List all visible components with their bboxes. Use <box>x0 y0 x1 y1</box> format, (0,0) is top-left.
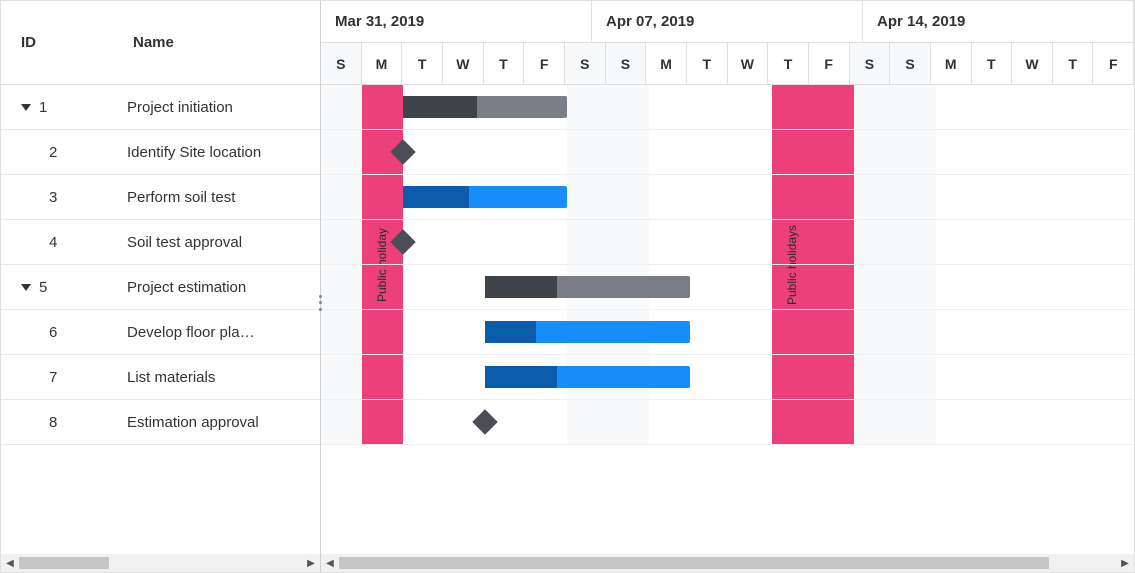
day-header: T <box>972 43 1013 85</box>
cell-id: 4 <box>1 234 121 251</box>
scroll-track[interactable] <box>339 557 1116 569</box>
progress-bar <box>485 321 536 343</box>
day-header: S <box>890 43 931 85</box>
cell-name: List materials <box>121 369 320 386</box>
cell-id: 3 <box>1 189 121 206</box>
day-header: T <box>484 43 525 85</box>
day-header: F <box>809 43 850 85</box>
cell-name: Soil test approval <box>121 234 320 251</box>
week-header: Mar 31, 2019 <box>321 1 592 43</box>
day-header: W <box>728 43 769 85</box>
timeline-row <box>321 400 1134 445</box>
timeline-row <box>321 355 1134 400</box>
scroll-track[interactable] <box>19 557 302 569</box>
cell-name: Project initiation <box>121 99 320 116</box>
day-header-row: SMTWTFSSMTWTFSSMTWTF <box>321 43 1134 85</box>
collapse-icon[interactable] <box>21 284 31 291</box>
timeline-panel: Mar 31, 2019Apr 07, 2019Apr 14, 2019 SMT… <box>321 1 1134 572</box>
cell-id: 7 <box>1 369 121 386</box>
day-header: S <box>850 43 891 85</box>
cell-name: Develop floor pla… <box>121 324 320 341</box>
timeline-row <box>321 130 1134 175</box>
day-header: W <box>443 43 484 85</box>
day-header: W <box>1012 43 1053 85</box>
col-header-name[interactable]: Name <box>121 1 320 84</box>
timeline-row <box>321 310 1134 355</box>
grid-row[interactable]: 3 Perform soil test <box>1 175 320 220</box>
day-header: F <box>524 43 565 85</box>
day-header: S <box>565 43 606 85</box>
week-header: Apr 14, 2019 <box>863 1 1134 43</box>
grid-panel: ID Name 1 Project initiation 2 Identify Sit… <box>1 1 321 572</box>
timeline-hscroll[interactable]: ◀ ▶ <box>321 554 1134 572</box>
progress-bar <box>485 366 557 388</box>
progress-bar <box>485 276 557 298</box>
id-text: 6 <box>49 324 57 341</box>
scroll-right-icon[interactable]: ▶ <box>1116 554 1134 572</box>
task-bar[interactable] <box>403 186 567 208</box>
grid-header: ID Name <box>1 1 320 85</box>
cell-id: 6 <box>1 324 121 341</box>
scroll-thumb[interactable] <box>339 557 1049 569</box>
grid-hscroll[interactable]: ◀ ▶ <box>1 554 320 572</box>
grid-body: 1 Project initiation 2 Identify Site locati… <box>1 85 320 572</box>
summary-bar[interactable] <box>403 96 567 118</box>
cell-name: Estimation approval <box>121 414 320 431</box>
day-header: T <box>402 43 443 85</box>
week-header-row: Mar 31, 2019Apr 07, 2019Apr 14, 2019 <box>321 1 1134 43</box>
grid-row[interactable]: 8 Estimation approval <box>1 400 320 445</box>
collapse-icon[interactable] <box>21 104 31 111</box>
timeline-row <box>321 265 1134 310</box>
scroll-thumb[interactable] <box>19 557 109 569</box>
cell-name: Identify Site location <box>121 144 320 161</box>
cell-name: Perform soil test <box>121 189 320 206</box>
progress-bar <box>403 186 469 208</box>
cell-id: 5 <box>1 279 121 296</box>
gantt-chart: ID Name 1 Project initiation 2 Identify Sit… <box>0 0 1135 573</box>
id-text: 3 <box>49 189 57 206</box>
id-text: 5 <box>39 279 47 296</box>
grid-row[interactable]: 7 List materials <box>1 355 320 400</box>
day-header: S <box>321 43 362 85</box>
splitter-handle[interactable] <box>316 293 324 313</box>
id-text: 8 <box>49 414 57 431</box>
summary-bar[interactable] <box>485 276 690 298</box>
cell-id: 2 <box>1 144 121 161</box>
id-text: 1 <box>39 99 47 116</box>
scroll-right-icon[interactable]: ▶ <box>302 554 320 572</box>
day-header: T <box>1053 43 1094 85</box>
day-header: T <box>768 43 809 85</box>
task-bar[interactable] <box>485 366 690 388</box>
timeline-row <box>321 220 1134 265</box>
cell-name: Project estimation <box>121 279 320 296</box>
cell-id: 1 <box>1 99 121 116</box>
day-header: S <box>606 43 647 85</box>
grid-row[interactable]: 4 Soil test approval <box>1 220 320 265</box>
task-bar[interactable] <box>485 321 690 343</box>
week-header: Apr 07, 2019 <box>592 1 863 43</box>
progress-bar <box>403 96 477 118</box>
timeline-header: Mar 31, 2019Apr 07, 2019Apr 14, 2019 SMT… <box>321 1 1134 85</box>
id-text: 4 <box>49 234 57 251</box>
grid-row[interactable]: 6 Develop floor pla… <box>1 310 320 355</box>
grid-row[interactable]: 5 Project estimation <box>1 265 320 310</box>
scroll-left-icon[interactable]: ◀ <box>321 554 339 572</box>
day-header: M <box>362 43 403 85</box>
id-text: 7 <box>49 369 57 386</box>
day-header: M <box>931 43 972 85</box>
col-header-id[interactable]: ID <box>1 1 121 84</box>
grid-row[interactable]: 2 Identify Site location <box>1 130 320 175</box>
scroll-left-icon[interactable]: ◀ <box>1 554 19 572</box>
day-header: T <box>687 43 728 85</box>
cell-id: 8 <box>1 414 121 431</box>
day-header: M <box>646 43 687 85</box>
day-header: F <box>1093 43 1134 85</box>
id-text: 2 <box>49 144 57 161</box>
grid-row[interactable]: 1 Project initiation <box>1 85 320 130</box>
